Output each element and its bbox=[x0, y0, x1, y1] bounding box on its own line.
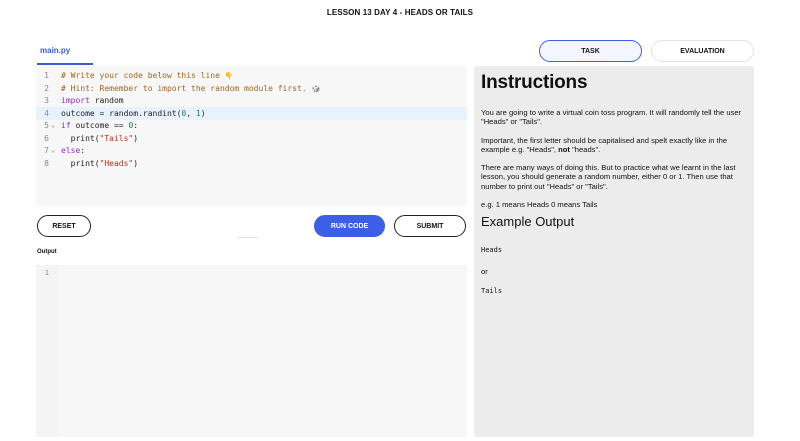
resize-handle[interactable] bbox=[238, 237, 258, 238]
submit-button[interactable]: SUBMIT bbox=[394, 215, 466, 237]
code-token: ) bbox=[133, 133, 139, 143]
code-text: outcome = random.randint(0, 1) bbox=[61, 107, 206, 120]
instructions-panel: Instructions You are going to write a vi… bbox=[474, 66, 754, 437]
code-token: print( bbox=[61, 158, 100, 168]
code-line[interactable]: 5 ⌄ if outcome == 0: bbox=[36, 119, 467, 132]
line-number: 2 bbox=[44, 83, 49, 93]
code-line[interactable]: 1 # Write your code below this line 👇 bbox=[36, 69, 467, 82]
code-token: 🎲 bbox=[311, 84, 321, 93]
code-line[interactable]: 3 import random bbox=[36, 94, 467, 107]
fold-chevron-icon[interactable]: ⌄ bbox=[51, 144, 55, 157]
code-token: ) bbox=[133, 158, 139, 168]
code-token: 👇 bbox=[224, 72, 234, 80]
line-number: 8 bbox=[44, 158, 49, 168]
code-line[interactable]: 7 ⌄ else: bbox=[36, 144, 467, 157]
tab-task[interactable]: TASK bbox=[539, 40, 642, 62]
p2-text-before: Important, the first letter should be ca… bbox=[481, 135, 728, 154]
code-token: # Write your code below this line bbox=[61, 71, 225, 80]
run-code-button[interactable]: RUN CODE bbox=[314, 215, 385, 237]
output-console[interactable]: 1 bbox=[36, 265, 467, 437]
line-number: 4 bbox=[44, 108, 49, 118]
code-token: ) bbox=[200, 108, 206, 118]
code-token: : bbox=[133, 121, 139, 130]
line-number: 5 bbox=[44, 121, 49, 130]
output-gutter bbox=[36, 265, 58, 437]
p2-text-after: "heads". bbox=[569, 144, 601, 154]
instructions-paragraph-3: There are many ways of doing this. But t… bbox=[481, 163, 736, 191]
code-token: print( bbox=[61, 133, 100, 143]
instructions-paragraph-4: e.g. 1 means Heads 0 means Tails bbox=[481, 200, 598, 210]
code-text: print("Tails") bbox=[61, 132, 138, 145]
code-token: outcome == bbox=[70, 121, 129, 130]
reset-button[interactable]: RESET bbox=[37, 215, 91, 237]
code-text: if outcome == 0: bbox=[61, 119, 138, 132]
example-output-or: or bbox=[481, 266, 488, 276]
code-text: import random bbox=[61, 94, 124, 107]
p2-bold-not: not bbox=[558, 144, 570, 154]
code-token: : bbox=[80, 146, 86, 155]
tab-evaluation[interactable]: EVALUATION bbox=[651, 40, 754, 62]
file-tab-main-py[interactable]: main.py bbox=[40, 46, 70, 55]
file-tab-underline bbox=[37, 63, 93, 65]
example-output-tails: Tails bbox=[481, 286, 503, 295]
output-label: Output bbox=[37, 249, 57, 255]
code-text: print("Heads") bbox=[61, 157, 138, 170]
code-token: # Hint: Remember to import the random mo… bbox=[61, 83, 312, 93]
code-line[interactable]: 6 print("Tails") bbox=[36, 132, 467, 145]
code-text: else: bbox=[61, 144, 85, 157]
code-token: outcome = random.randint( bbox=[61, 108, 182, 118]
example-output-heads: Heads bbox=[481, 246, 503, 255]
code-line[interactable]: 2 # Hint: Remember to import the random m… bbox=[36, 82, 467, 95]
code-token: "Tails" bbox=[99, 133, 134, 143]
code-token: "Heads" bbox=[99, 158, 134, 168]
instructions-paragraph-2: Important, the first letter should be ca… bbox=[481, 136, 747, 155]
line-number: 3 bbox=[44, 96, 49, 105]
code-token: else bbox=[61, 146, 81, 155]
code-token: random bbox=[89, 96, 124, 105]
code-line[interactable]: 8 print("Heads") bbox=[36, 157, 467, 170]
output-line-number: 1 bbox=[44, 269, 49, 277]
example-output-heading: Example Output bbox=[481, 214, 575, 230]
code-line[interactable]: 4 outcome = random.randint(0, 1) bbox=[36, 106, 467, 120]
page-title: LESSON 13 DAY 4 - HEADS OR TAILS bbox=[326, 8, 474, 17]
instructions-paragraph-1: You are going to write a virtual coin to… bbox=[481, 108, 742, 127]
line-number: 7 bbox=[44, 146, 49, 155]
fold-chevron-icon[interactable]: ⌄ bbox=[51, 119, 55, 132]
instructions-title: Instructions bbox=[481, 72, 588, 93]
code-editor[interactable]: 1 # Write your code below this line 👇 2 # H… bbox=[36, 66, 467, 206]
code-token: if bbox=[61, 121, 71, 130]
line-number: 6 bbox=[44, 133, 49, 143]
code-token: , bbox=[186, 108, 196, 118]
code-token: import bbox=[61, 96, 90, 105]
line-number: 1 bbox=[44, 71, 49, 80]
